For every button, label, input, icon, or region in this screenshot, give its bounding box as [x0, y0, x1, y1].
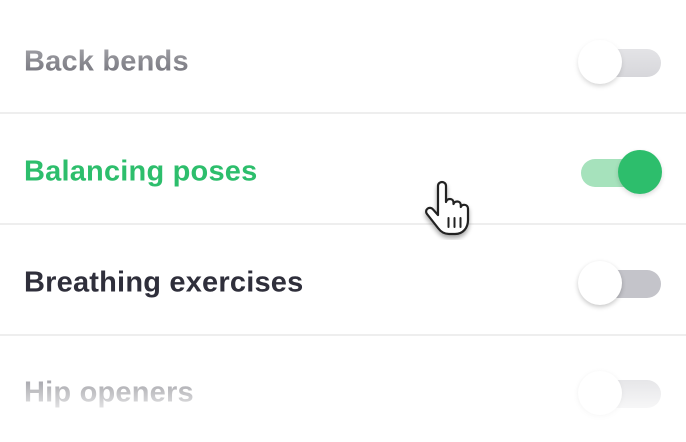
list-item-back-bends[interactable]: Back bends [0, 7, 686, 117]
divider [0, 334, 686, 336]
divider [0, 112, 686, 114]
item-label: Hip openers [24, 376, 194, 409]
toggle-knob [578, 40, 622, 84]
hip-openers-toggle[interactable] [578, 370, 661, 416]
toggle-knob [618, 150, 662, 194]
divider [0, 223, 686, 225]
hand-pointer-icon [418, 180, 474, 240]
item-label: Back bends [24, 45, 189, 78]
item-label: Breathing exercises [24, 266, 304, 299]
list-item-balancing-poses[interactable]: Balancing poses [0, 117, 686, 227]
back-bends-toggle[interactable] [578, 39, 661, 85]
item-label: Balancing poses [24, 155, 258, 188]
breathing-exercises-toggle[interactable] [578, 260, 661, 306]
toggle-knob [578, 371, 622, 415]
list-item-hip-openers[interactable]: Hip openers [0, 338, 686, 442]
toggle-knob [578, 261, 622, 305]
list-item-breathing-exercises[interactable]: Breathing exercises [0, 228, 686, 338]
balancing-poses-toggle[interactable] [581, 149, 662, 195]
settings-toggle-list: Back bends Balancing poses Breathing exe… [0, 0, 686, 442]
